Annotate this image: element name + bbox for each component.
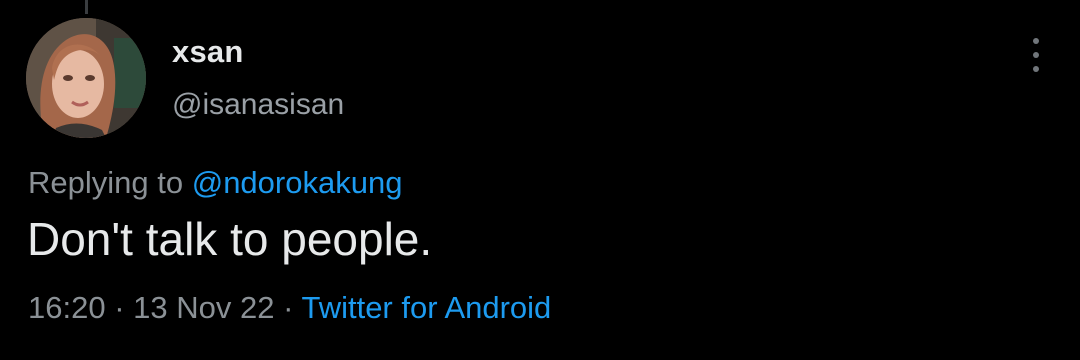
tweet-source-link[interactable]: Twitter for Android [301, 290, 551, 325]
metadata-separator: · [105, 290, 134, 325]
user-handle[interactable]: @isanasisan [172, 88, 344, 122]
tweet-text: Don't talk to people. [27, 213, 433, 265]
avatar-image [26, 18, 146, 138]
more-vertical-icon-dot [1033, 66, 1039, 72]
replying-to-line: Replying to @ndorokakung [28, 165, 402, 201]
tweet-date[interactable]: 13 Nov 22 [133, 290, 274, 325]
display-name[interactable]: xsan [172, 34, 243, 70]
replying-to-label: Replying to [28, 165, 192, 200]
tweet-metadata: 16:20 · 13 Nov 22 · Twitter for Android [28, 290, 551, 326]
more-vertical-icon-dot [1033, 52, 1039, 58]
metadata-separator: · [274, 290, 302, 325]
tweet-time[interactable]: 16:20 [28, 290, 106, 325]
more-options-button[interactable] [1022, 38, 1050, 72]
avatar[interactable] [26, 18, 146, 138]
thread-connector-line [85, 0, 88, 14]
replying-to-mention-link[interactable]: @ndorokakung [192, 165, 403, 200]
more-vertical-icon [1033, 38, 1039, 44]
